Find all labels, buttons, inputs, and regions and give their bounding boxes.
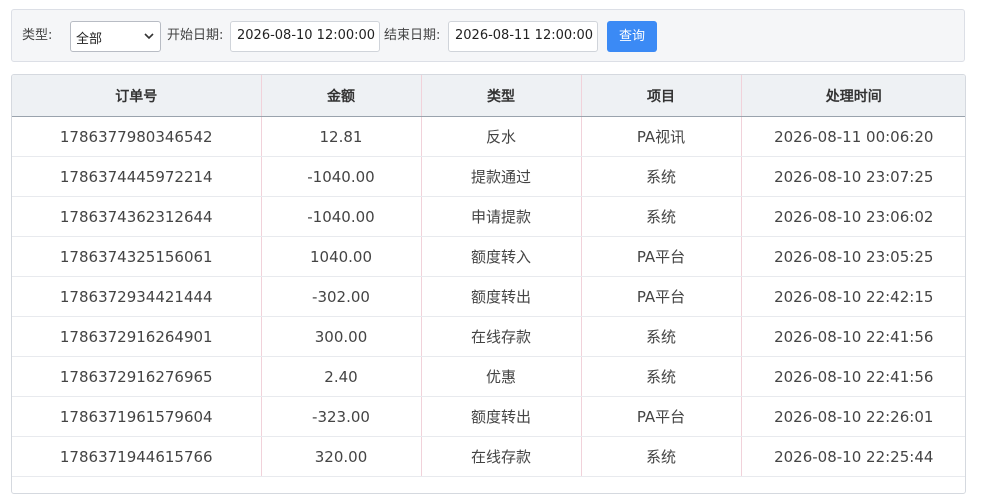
header-process-time[interactable]: 处理时间 [741, 75, 965, 117]
cell-process-time: 2026-08-10 23:07:25 [741, 156, 965, 197]
table-row: 1786372934421444 -302.00 额度转出 PA平台 2026-… [12, 276, 965, 317]
table-row: 1786371961579604 -323.00 额度转出 PA平台 2026-… [12, 396, 965, 437]
cell-type: 额度转出 [421, 396, 582, 437]
orders-table-container: 订单号 金额 类型 项目 处理时间 1786377980346542 12.81… [11, 74, 966, 494]
cell-project: PA平台 [581, 236, 742, 277]
type-select-value: 全部 [76, 32, 103, 47]
cell-process-time: 2026-08-10 22:26:01 [741, 396, 965, 437]
cell-amount: -1040.00 [261, 196, 422, 237]
cell-project: 系统 [581, 316, 742, 357]
table-row: 1786372916264901 300.00 在线存款 系统 2026-08-… [12, 316, 965, 357]
cell-amount: 300.00 [261, 316, 422, 357]
orders-table: 订单号 金额 类型 项目 处理时间 1786377980346542 12.81… [12, 75, 965, 477]
cell-project: 系统 [581, 156, 742, 197]
cell-type: 额度转出 [421, 276, 582, 317]
cell-order-no: 1786372916264901 [12, 316, 262, 357]
cell-process-time: 2026-08-10 22:25:44 [741, 436, 965, 477]
cell-amount: -1040.00 [261, 156, 422, 197]
cell-amount: 2.40 [261, 356, 422, 397]
cell-type: 提款通过 [421, 156, 582, 197]
cell-amount: 320.00 [261, 436, 422, 477]
header-order-no[interactable]: 订单号 [12, 75, 262, 117]
table-row: 1786377980346542 12.81 反水 PA视讯 2026-08-1… [12, 116, 965, 157]
cell-order-no: 1786372934421444 [12, 276, 262, 317]
type-label: 类型: [22, 28, 53, 43]
cell-type: 在线存款 [421, 316, 582, 357]
cell-process-time: 2026-08-10 23:05:25 [741, 236, 965, 277]
table-row: 1786374445972214 -1040.00 提款通过 系统 2026-0… [12, 156, 965, 197]
type-select[interactable]: 全部 [70, 21, 161, 52]
cell-project: PA平台 [581, 276, 742, 317]
start-date-label: 开始日期: [167, 28, 224, 43]
cell-amount: -323.00 [261, 396, 422, 437]
end-date-label: 结束日期: [384, 28, 441, 43]
cell-order-no: 1786371961579604 [12, 396, 262, 437]
cell-type: 优惠 [421, 356, 582, 397]
cell-order-no: 1786377980346542 [12, 116, 262, 157]
table-row: 1786371944615766 320.00 在线存款 系统 2026-08-… [12, 436, 965, 477]
start-date-input[interactable]: 2026-08-10 12:00:00 [230, 21, 380, 52]
end-date-input[interactable]: 2026-08-11 12:00:00 [448, 21, 598, 52]
cell-amount: -302.00 [261, 276, 422, 317]
chevron-down-icon [144, 33, 154, 40]
cell-type: 在线存款 [421, 436, 582, 477]
cell-order-no: 1786374445972214 [12, 156, 262, 197]
table-row: 1786374362312644 -1040.00 申请提款 系统 2026-0… [12, 196, 965, 237]
cell-order-no: 1786372916276965 [12, 356, 262, 397]
cell-process-time: 2026-08-10 22:41:56 [741, 356, 965, 397]
cell-process-time: 2026-08-10 23:06:02 [741, 196, 965, 237]
cell-order-no: 1786374362312644 [12, 196, 262, 237]
cell-process-time: 2026-08-11 00:06:20 [741, 116, 965, 157]
cell-project: 系统 [581, 356, 742, 397]
cell-type: 申请提款 [421, 196, 582, 237]
cell-project: 系统 [581, 196, 742, 237]
header-type[interactable]: 类型 [421, 75, 582, 117]
cell-process-time: 2026-08-10 22:41:56 [741, 316, 965, 357]
cell-amount: 12.81 [261, 116, 422, 157]
table-row: 1786372916276965 2.40 优惠 系统 2026-08-10 2… [12, 356, 965, 397]
search-button[interactable]: 查询 [607, 21, 657, 52]
cell-amount: 1040.00 [261, 236, 422, 277]
header-amount[interactable]: 金额 [261, 75, 422, 117]
cell-type: 反水 [421, 116, 582, 157]
cell-project: 系统 [581, 436, 742, 477]
table-header-row: 订单号 金额 类型 项目 处理时间 [12, 75, 965, 117]
cell-process-time: 2026-08-10 22:42:15 [741, 276, 965, 317]
cell-type: 额度转入 [421, 236, 582, 277]
cell-order-no: 1786374325156061 [12, 236, 262, 277]
cell-project: PA平台 [581, 396, 742, 437]
header-project[interactable]: 项目 [581, 75, 742, 117]
cell-project: PA视讯 [581, 116, 742, 157]
table-row: 1786374325156061 1040.00 额度转入 PA平台 2026-… [12, 236, 965, 277]
filter-bar: 类型: 全部 开始日期: 2026-08-10 12:00:00 结束日期: 2… [11, 9, 965, 62]
cell-order-no: 1786371944615766 [12, 436, 262, 477]
